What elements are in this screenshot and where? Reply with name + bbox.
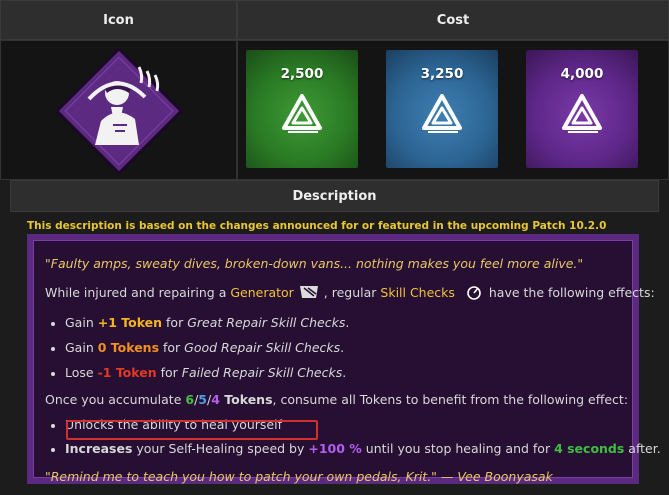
flavor-quote: "Faulty amps, sweaty dives, broken-down … <box>45 256 584 271</box>
generator-link[interactable]: Generator <box>230 285 293 300</box>
perk-table: Icon Cost 2,500 3,250 4,000 Description … <box>0 0 669 495</box>
generator-icon <box>299 286 318 298</box>
iridescent-shard-icon <box>562 94 602 133</box>
highlight-box <box>66 420 318 440</box>
icon-header-label: Icon <box>103 12 134 28</box>
bullet <box>51 347 55 351</box>
skill-check-icon <box>467 286 481 300</box>
description-box: "Faulty amps, sweaty dives, broken-down … <box>27 234 661 484</box>
description-header: Description <box>10 180 659 212</box>
cost-header-label: Cost <box>436 12 470 28</box>
perk-icon <box>54 46 184 176</box>
cost-value: 2,500 <box>280 66 324 82</box>
description-header-label: Description <box>292 188 377 204</box>
flavor-quote-2: "Remind me to teach you how to patch you… <box>45 469 553 484</box>
cost-header: Cost <box>237 0 669 40</box>
icon-cell <box>0 40 237 180</box>
trigger-line: While injured and repairing a Generator … <box>45 284 655 300</box>
cost-value: 3,250 <box>420 66 464 82</box>
effect-good: Gain 0 Tokens for Good Repair Skill Chec… <box>65 340 345 355</box>
effect-heal-speed: Increases your Self-Healing speed by +10… <box>65 441 661 456</box>
accumulate-line: Once you accumulate 6/5/4 Tokens, consum… <box>45 392 629 407</box>
text: While injured and repairing a <box>45 285 231 300</box>
icon-header: Icon <box>0 0 237 40</box>
cost-value: 4,000 <box>560 66 604 82</box>
cost-tile-purple: 4,000 <box>526 50 638 168</box>
effect-failed: Lose -1 Token for Failed Repair Skill Ch… <box>65 365 347 380</box>
bullet <box>51 372 55 376</box>
text: have the following effects: <box>484 285 655 300</box>
bullet <box>51 424 55 428</box>
effect-great: Gain +1 Token for Great Repair Skill Che… <box>65 315 350 330</box>
patch-notice: This description is based on the changes… <box>27 220 607 232</box>
bullet <box>51 322 55 326</box>
iridescent-shard-icon <box>282 94 322 133</box>
skill-checks-link[interactable]: Skill Checks <box>380 285 455 300</box>
bullet <box>51 448 55 452</box>
cost-tile-blue: 3,250 <box>386 50 498 168</box>
cost-tile-green: 2,500 <box>246 50 358 168</box>
text: , regular <box>319 285 381 300</box>
iridescent-shard-icon <box>422 94 462 133</box>
